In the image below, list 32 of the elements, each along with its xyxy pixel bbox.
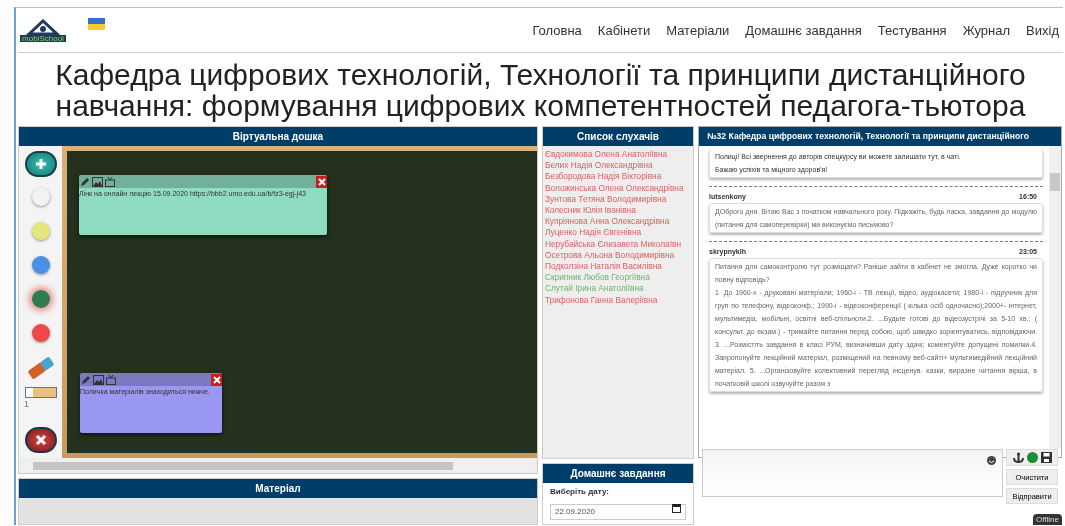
student-link[interactable]: Воложинська Олена Олександрівна — [545, 182, 691, 194]
student-link[interactable]: Купріянова Анна Олександрівна — [545, 216, 691, 228]
nav-link[interactable]: Домашнє завдання — [745, 22, 862, 38]
panel-header: Віртуальна дошка — [19, 127, 537, 146]
student-link[interactable]: Скрипник Любов Георгіївна — [545, 272, 691, 284]
student-link[interactable]: Нерубайська Єлизавета Миколаївн — [545, 238, 691, 250]
student-link[interactable]: Подколзіна Наталія Василівна — [545, 261, 691, 273]
logo-text: mobiSchool — [20, 34, 66, 42]
student-link[interactable]: Белих Надія Олександрівна — [545, 160, 691, 172]
nav-link[interactable]: Тестування — [877, 22, 947, 38]
student-link[interactable]: Євдокимова Олена Анатоліївна — [545, 149, 691, 161]
nav-link[interactable]: Кабінети — [597, 22, 651, 38]
field-label: Виберіть дату: — [550, 487, 610, 496]
panel-header: Список слухачів — [543, 127, 693, 146]
nav-link[interactable]: Матеріали — [666, 22, 730, 38]
student-link[interactable]: Зунтова Тетяна Володимирівна — [545, 193, 691, 205]
panel-header: Домашнє завдання — [543, 464, 693, 483]
page-title: Кафедра цифрових технологій, Технології та принципи дистанційного навчання: формування цифрових компетентностей педагога-тьютора — [54, 59, 1027, 121]
student-link[interactable]: Колесник Юлія Іванівна — [545, 205, 691, 217]
status-badge: Offline — [1033, 514, 1062, 525]
student-link[interactable]: Осетрова Альона Володимирівна — [545, 249, 691, 262]
student-link[interactable]: Безбородова Надія Вікторівна — [545, 171, 691, 183]
student-link[interactable]: Слутай Ірина Анатоліївна — [545, 283, 691, 295]
brush-size: 1 — [24, 399, 29, 409]
panel-header: Матеріал — [19, 479, 537, 498]
student-link[interactable]: Луценко Надія Євгенівна — [545, 227, 691, 239]
student-link[interactable]: Трифонова Ганна Валеріївна — [545, 294, 691, 306]
nav-link[interactable]: Головна — [532, 22, 582, 38]
nav-link[interactable]: Журнал — [962, 22, 1011, 38]
nav-link[interactable]: Вихід — [1026, 22, 1059, 38]
panel-header: №32 Кафедра цифрових технологій, Технології та принципи дистанційного — [699, 127, 1061, 146]
date-field[interactable]: 22.09.2020 — [550, 503, 686, 520]
